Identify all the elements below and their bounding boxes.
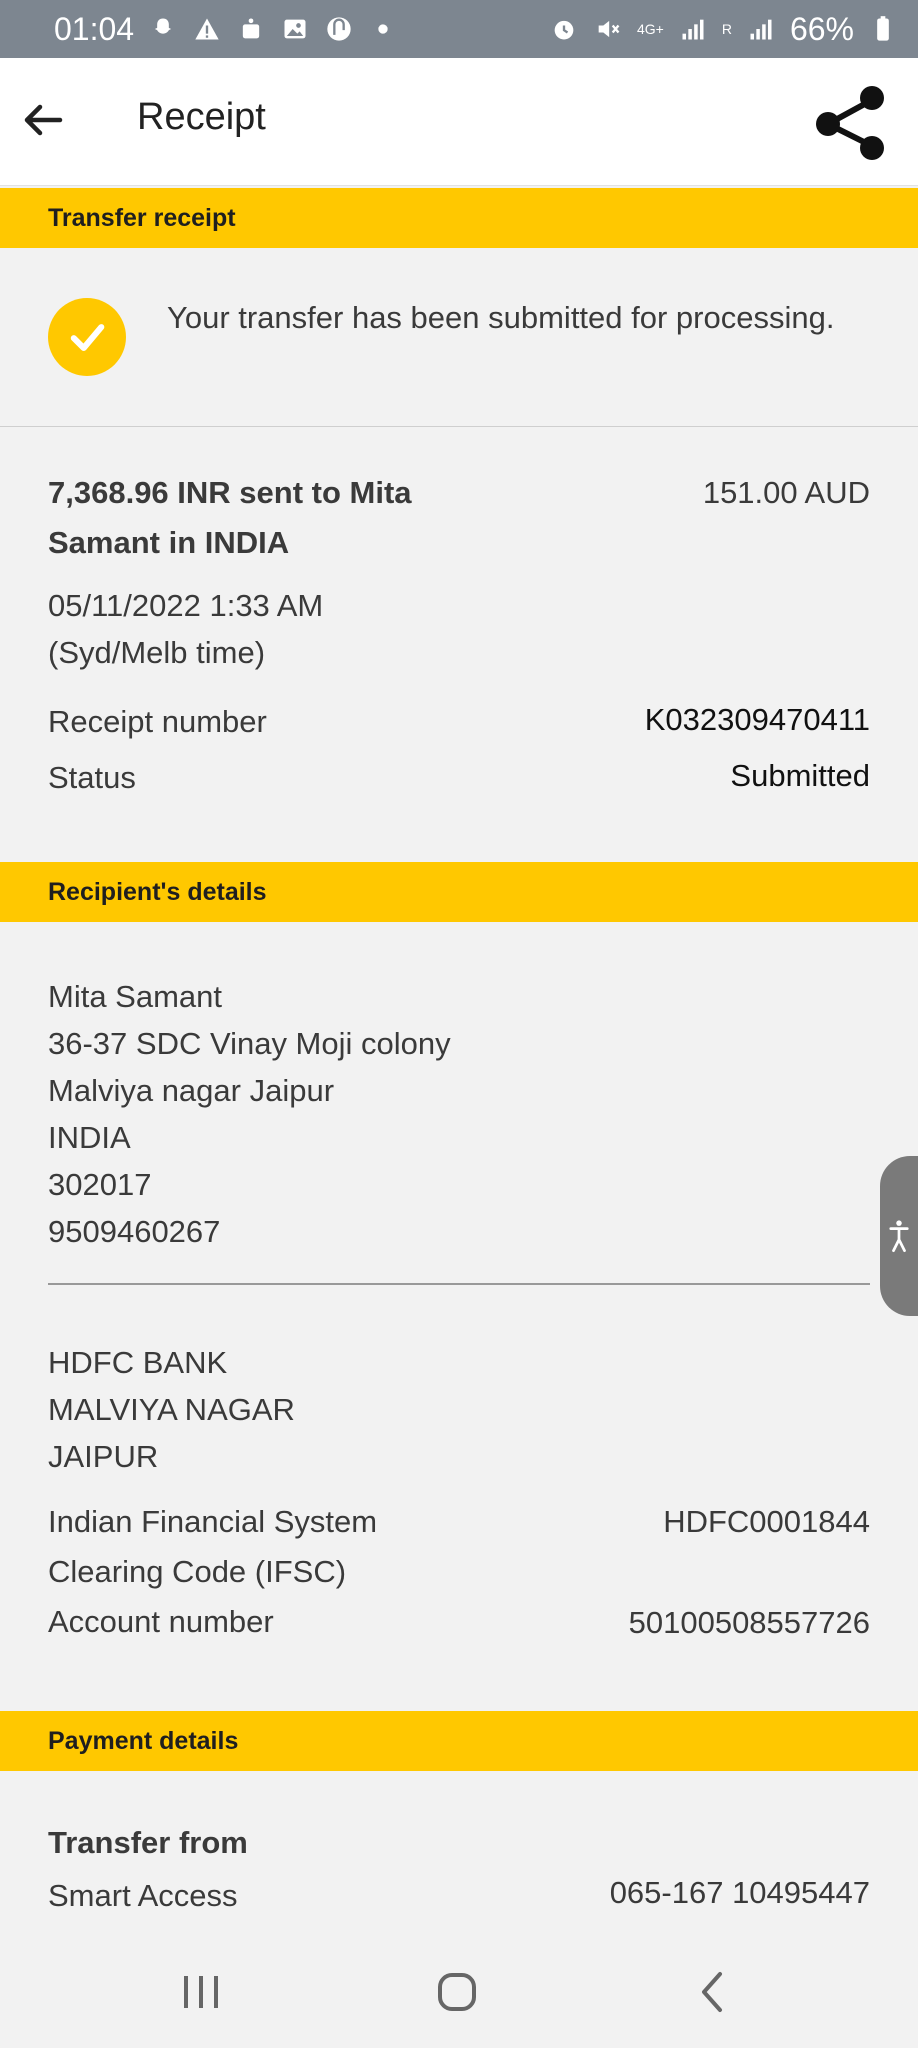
bank-line: JAIPUR	[48, 1439, 159, 1474]
account-number-label: Account number	[48, 1604, 274, 1639]
back-icon[interactable]	[684, 1962, 744, 2022]
bank-details: HDFC BANK MALVIYA NAGAR JAIPUR	[48, 1339, 295, 1480]
address-line: INDIA	[48, 1120, 131, 1155]
address-line: Malviya nagar Jaipur	[48, 1073, 335, 1108]
status-bar: 01:04 4G+ R 66%	[0, 0, 918, 58]
divider	[48, 1283, 870, 1285]
source-account-name: Smart Access	[48, 1878, 238, 1913]
section-title: Payment details	[48, 1726, 239, 1755]
transfer-summary-line: 7,368.96 INR sent to Mita	[48, 475, 412, 510]
transfer-datetime: 05/11/2022 1:33 AM (Syd/Melb time)	[48, 582, 323, 676]
confirmation-message: Your transfer has been submitted for pro…	[167, 300, 835, 335]
bank-line: HDFC BANK	[48, 1345, 228, 1380]
accessibility-icon	[889, 1220, 909, 1253]
bank-line: MALVIYA NAGAR	[48, 1392, 295, 1427]
section-header-payment-details: Payment details	[0, 1711, 918, 1771]
section-title: Recipient's details	[48, 877, 267, 906]
address-line: Mita Samant	[48, 979, 223, 1014]
address-line: 9509460267	[48, 1214, 221, 1249]
transfer-summary: 7,368.96 INR sent to Mita Samant in INDI…	[48, 468, 568, 568]
share-icon[interactable]	[810, 82, 892, 164]
recipient-address: Mita Samant 36-37 SDC Vinay Moji colony …	[48, 973, 451, 1255]
dot-icon	[368, 14, 398, 44]
amount-aud: 151.00 AUD	[702, 475, 870, 510]
signal-icon	[746, 14, 776, 44]
sim-label: R	[721, 21, 732, 37]
mute-icon	[593, 14, 623, 44]
alarm-icon	[549, 14, 579, 44]
status-time: 01:04	[54, 10, 135, 47]
transfer-summary-line: Samant in INDIA	[48, 525, 290, 560]
warning-icon	[192, 14, 222, 44]
snapchat-icon	[148, 14, 178, 44]
address-line: 36-37 SDC Vinay Moji colony	[48, 1026, 451, 1061]
section-header-recipients-details: Recipient's details	[0, 862, 918, 922]
address-line: 302017	[48, 1167, 152, 1202]
home-icon[interactable]	[427, 1962, 487, 2022]
account-number-value: 50100508557726	[628, 1605, 870, 1640]
timezone-value: (Syd/Melb time)	[48, 635, 266, 670]
battery-percent: 66%	[789, 10, 854, 47]
back-arrow-icon[interactable]	[18, 94, 70, 146]
receipt-number-value: K032309470411	[644, 702, 870, 737]
source-account-number: 065-167 10495447	[609, 1875, 870, 1910]
datetime-value: 05/11/2022 1:33 AM	[48, 588, 324, 623]
section-header-transfer-receipt: Transfer receipt	[0, 188, 918, 248]
recent-apps-icon[interactable]	[171, 1962, 231, 2022]
system-nav-bar	[0, 1934, 918, 2048]
signal-icon	[678, 14, 708, 44]
ifsc-label-line: Indian Financial System	[48, 1504, 378, 1539]
app-icon	[324, 14, 354, 44]
app-bar: Receipt	[0, 58, 918, 186]
ifsc-label-line: Clearing Code (IFSC)	[48, 1554, 347, 1589]
gallery-icon	[280, 14, 310, 44]
status-value: Submitted	[730, 758, 870, 793]
battery-icon	[868, 14, 898, 44]
confirmation-banner: Your transfer has been submitted for pro…	[0, 258, 918, 427]
section-title: Transfer receipt	[48, 203, 236, 232]
ifsc-value: HDFC0001844	[663, 1504, 870, 1539]
status-label: Status	[48, 760, 136, 795]
page-title: Receipt	[137, 96, 266, 138]
network-type: 4G+	[636, 21, 664, 37]
receipt-number-label: Receipt number	[48, 704, 267, 739]
calendar-badge-icon	[236, 14, 266, 44]
ifsc-label: Indian Financial System Clearing Code (I…	[48, 1497, 377, 1597]
checkmark-icon	[48, 298, 126, 376]
accessibility-button[interactable]	[880, 1156, 918, 1316]
transfer-from-label: Transfer from	[48, 1825, 248, 1860]
